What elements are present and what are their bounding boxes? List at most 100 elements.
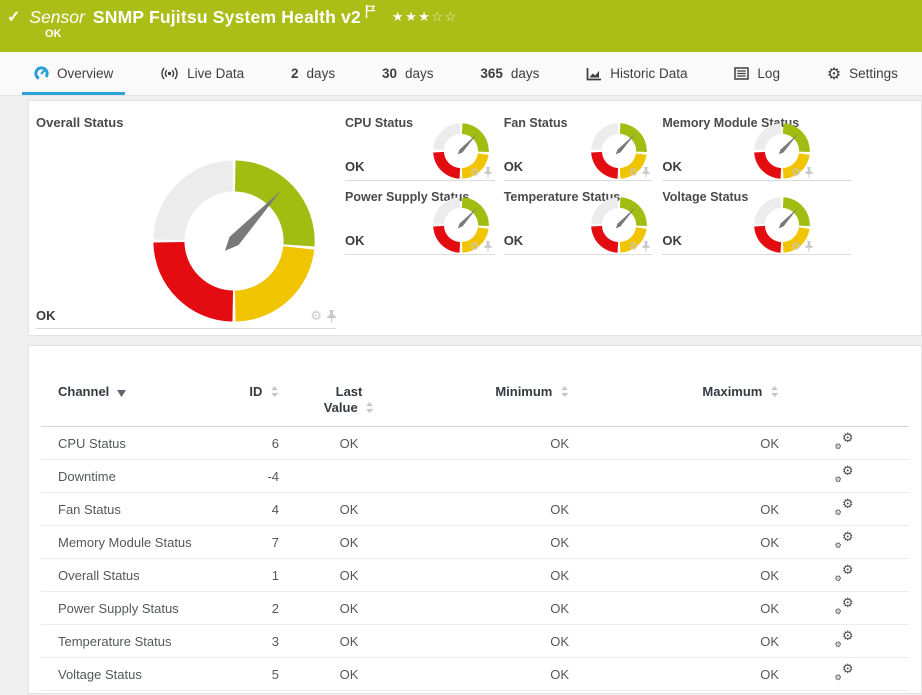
tile-status-value: OK (662, 233, 682, 248)
tile-pin-icon[interactable] (327, 310, 336, 323)
sensor-title: SNMP Fujitsu System Health v2 (93, 7, 361, 28)
tab-2-days[interactable]: 2 days (279, 52, 347, 95)
tile-status-value: OK (504, 233, 524, 248)
column-header-last-value[interactable]: Last Value (279, 378, 419, 427)
gauge-tile-fan-status: Fan Status ⚙ OK (504, 107, 654, 181)
column-header-id[interactable]: ID (219, 378, 279, 427)
tile-pin-icon[interactable] (642, 241, 650, 252)
cell-minimum (419, 460, 569, 493)
priority-stars[interactable]: ★★★☆☆ (392, 9, 458, 25)
channel-settings-gears-icon[interactable]: ⚙ ⚙ (835, 565, 854, 582)
table-row-temperature-status: Temperature Status 3 OK OK OK ⚙ ⚙ (41, 625, 909, 658)
column-header-minimum[interactable]: Minimum (419, 378, 569, 427)
tile-gear-icon[interactable]: ⚙ (791, 241, 801, 252)
tile-status-value: OK (662, 159, 682, 174)
cell-id: 2 (219, 592, 279, 625)
log-icon (734, 67, 749, 80)
tab-live-data[interactable]: Live Data (148, 52, 256, 95)
tile-status-value: OK (36, 308, 56, 323)
gauge-tile-overall-status: Overall Status OK ⚙ (36, 107, 336, 329)
table-row-power-supply-status: Power Supply Status 2 OK OK OK ⚙ ⚙ (41, 592, 909, 625)
tab-overview[interactable]: Overview (22, 52, 125, 95)
cell-id: 1 (219, 559, 279, 592)
object-type-label: Sensor (29, 7, 84, 28)
cell-last-value: OK (279, 427, 419, 460)
tile-gear-icon[interactable]: ⚙ (310, 310, 322, 323)
column-header-channel[interactable]: Channel (41, 378, 219, 427)
cell-maximum: OK (569, 493, 779, 526)
gauge-tile-temperature-status: Temperature Status ⚙ OK (504, 181, 654, 255)
tile-pin-icon[interactable] (484, 241, 492, 252)
sensor-status-badge: OK (45, 28, 62, 40)
tile-pin-icon[interactable] (484, 167, 492, 178)
sort-both-icon (560, 386, 569, 397)
cell-last-value: OK (279, 658, 419, 691)
sort-both-icon (365, 402, 374, 413)
cell-minimum: OK (419, 427, 569, 460)
cell-last-value (279, 460, 419, 493)
tile-status-value: OK (345, 159, 365, 174)
tab-log[interactable]: Log (722, 52, 792, 95)
channel-settings-gears-icon[interactable]: ⚙ ⚙ (835, 598, 854, 615)
cell-maximum: OK (569, 625, 779, 658)
cell-maximum: OK (569, 658, 779, 691)
cell-last-value: OK (279, 493, 419, 526)
cell-maximum: OK (569, 592, 779, 625)
gauge-tile-voltage-status: Voltage Status ⚙ OK (662, 181, 851, 255)
tile-gear-icon[interactable]: ⚙ (470, 167, 480, 178)
star-icon[interactable]: ★ (405, 9, 418, 24)
column-header-maximum[interactable]: Maximum (569, 378, 779, 427)
cell-id: 5 (219, 658, 279, 691)
tile-gear-icon[interactable]: ⚙ (629, 241, 639, 252)
sensor-header-bar: ✓ Sensor SNMP Fujitsu System Health v2 ★… (0, 0, 922, 52)
tile-pin-icon[interactable] (642, 167, 650, 178)
gauge-icon (34, 66, 49, 81)
sort-desc-icon (117, 390, 126, 397)
cell-last-value: OK (279, 559, 419, 592)
cell-id: 3 (219, 625, 279, 658)
table-row-fan-status: Fan Status 4 OK OK OK ⚙ ⚙ (41, 493, 909, 526)
tile-gear-icon[interactable]: ⚙ (470, 241, 480, 252)
channels-table: Channel ID Last Value Minimum (41, 378, 909, 691)
sort-both-icon (270, 386, 279, 397)
cell-minimum: OK (419, 526, 569, 559)
tile-title: Overall Status (36, 107, 336, 130)
tab-settings[interactable]: ⚙ Settings (815, 52, 910, 95)
cell-channel: Temperature Status (41, 625, 219, 658)
star-icon[interactable]: ☆ (445, 9, 458, 24)
tile-pin-icon[interactable] (805, 241, 813, 252)
cell-channel: Downtime (41, 460, 219, 493)
cell-id: 7 (219, 526, 279, 559)
cell-maximum: OK (569, 427, 779, 460)
tab-365-days[interactable]: 365 days (468, 52, 551, 95)
status-check-icon: ✓ (7, 7, 20, 27)
tab-historic-data[interactable]: Historic Data (574, 52, 699, 95)
cell-minimum: OK (419, 658, 569, 691)
overview-gauges-panel: Overall Status OK ⚙ CPU Status ⚙ OK Fan (28, 100, 922, 336)
channels-table-panel: Channel ID Last Value Minimum (28, 345, 922, 694)
gauge-tile-cpu-status: CPU Status ⚙ OK (345, 107, 495, 181)
star-icon[interactable]: ★ (392, 9, 405, 24)
channel-settings-gears-icon[interactable]: ⚙ ⚙ (835, 466, 854, 483)
star-icon[interactable]: ☆ (431, 9, 444, 24)
star-icon[interactable]: ★ (418, 9, 431, 24)
cell-maximum: OK (569, 559, 779, 592)
cell-channel: Power Supply Status (41, 592, 219, 625)
tile-pin-icon[interactable] (805, 167, 813, 178)
tile-status-value: OK (345, 233, 365, 248)
cell-channel: Voltage Status (41, 658, 219, 691)
tile-gear-icon[interactable]: ⚙ (629, 167, 639, 178)
cell-channel: Overall Status (41, 559, 219, 592)
cell-id: 4 (219, 493, 279, 526)
tab-30-days[interactable]: 30 days (370, 52, 446, 95)
chart-icon (586, 67, 602, 81)
channel-settings-gears-icon[interactable]: ⚙ ⚙ (835, 433, 854, 450)
flag-icon[interactable] (365, 5, 376, 18)
tile-gear-icon[interactable]: ⚙ (791, 167, 801, 178)
channel-settings-gears-icon[interactable]: ⚙ ⚙ (835, 631, 854, 648)
table-row-overall-status: Overall Status 1 OK OK OK ⚙ ⚙ (41, 559, 909, 592)
channel-settings-gears-icon[interactable]: ⚙ ⚙ (835, 499, 854, 516)
channel-settings-gears-icon[interactable]: ⚙ ⚙ (835, 664, 854, 681)
channel-settings-gears-icon[interactable]: ⚙ ⚙ (835, 532, 854, 549)
cell-id: -4 (219, 460, 279, 493)
